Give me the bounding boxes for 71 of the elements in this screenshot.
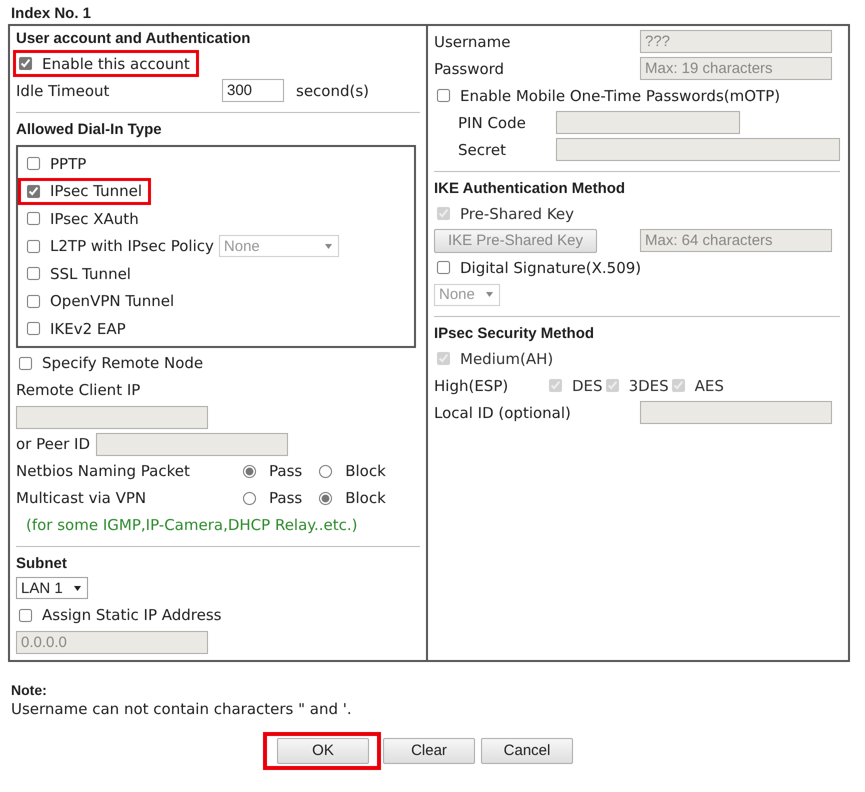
checkbox[interactable]	[19, 356, 32, 370]
field-label: Username	[434, 32, 512, 50]
input-field[interactable]	[640, 401, 832, 424]
checkbox-label: L2TP with IPsec Policy	[50, 237, 214, 256]
caret-icon	[324, 244, 332, 249]
checkbox[interactable]	[27, 240, 40, 253]
checkbox-label: Digital Signature(X.509)	[460, 258, 642, 276]
note-text: Username can not contain characters " and '.	[11, 700, 353, 718]
checkbox-label: Specify Remote Node	[42, 354, 204, 372]
checkbox-label: Medium(AH)	[460, 350, 554, 368]
checkbox-label: Pre-Shared Key	[460, 204, 574, 222]
section-heading: IKE Authentication Method	[434, 179, 626, 199]
radio-label: Pass	[269, 462, 302, 480]
action-button[interactable]: Clear	[383, 738, 475, 764]
checkbox[interactable]	[437, 261, 450, 274]
checkbox[interactable]	[27, 294, 40, 308]
caret-icon	[486, 292, 493, 297]
checkbox-label: IPsec XAuth	[50, 210, 139, 228]
radio-label: Block	[345, 462, 386, 480]
radio-label: Pass	[269, 489, 302, 507]
input-field[interactable]	[556, 111, 740, 134]
field-label: Local ID (optional)	[434, 404, 572, 422]
checkbox-label: AES	[694, 376, 724, 394]
checkbox-label: DES	[572, 376, 603, 394]
checkbox-label: OpenVPN Tunnel	[50, 292, 174, 310]
section-heading: User account and Authentication	[16, 29, 252, 49]
section-heading: IPsec Security Method	[434, 324, 596, 344]
input-field[interactable]	[16, 406, 208, 428]
field-label: Secret	[458, 140, 507, 158]
field-label: Password	[434, 60, 506, 78]
dropdown[interactable]: LAN 1	[16, 577, 88, 599]
field-label: Idle Timeout	[16, 82, 110, 100]
hint-text: (for some IGMP,IP-Camera,DHCP Relay..etc.)	[25, 514, 359, 536]
field-label: PIN Code	[458, 114, 527, 132]
checkbox[interactable]	[27, 322, 40, 336]
checkbox-label: SSL Tunnel	[50, 264, 131, 283]
checkbox-label: IPsec Tunnel	[50, 182, 142, 200]
checkbox-label: 3DES	[628, 376, 669, 394]
checkbox-label: Enable this account	[42, 54, 190, 72]
checkbox[interactable]	[27, 212, 40, 226]
radio-label: Block	[345, 489, 386, 507]
radio-button[interactable]	[243, 464, 256, 478]
checkbox-label: IKEv2 EAP	[50, 320, 126, 338]
unit-label: second(s)	[296, 82, 370, 100]
input-field[interactable]	[96, 432, 288, 456]
checkbox[interactable]	[437, 89, 450, 102]
radio-button[interactable]	[243, 492, 256, 504]
checkbox[interactable]	[27, 184, 40, 198]
section-heading: Subnet	[16, 554, 68, 574]
page-title: Index No. 1	[11, 5, 92, 24]
field-label: Netbios Naming Packet	[16, 462, 191, 480]
checkbox-label: PPTP	[50, 154, 86, 173]
radio-button[interactable]	[319, 464, 332, 478]
field-label: or Peer ID	[16, 435, 90, 453]
checkbox[interactable]	[19, 608, 32, 622]
field-label: Multicast via VPN	[16, 489, 148, 507]
field-label: Remote Client IP	[16, 381, 140, 399]
checkbox-label: Assign Static IP Address	[42, 606, 222, 624]
radio-button[interactable]	[319, 492, 332, 504]
section-heading: Allowed Dial-In Type	[16, 120, 163, 140]
field-label: High(ESP)	[434, 376, 510, 394]
input-field[interactable]	[556, 138, 840, 161]
checkbox-label: Enable Mobile One-Time Passwords(mOTP)	[460, 86, 780, 104]
action-button[interactable]: Cancel	[481, 738, 573, 764]
checkbox[interactable]	[19, 57, 32, 70]
caret-icon	[74, 586, 81, 590]
action-button[interactable]: OK	[277, 738, 369, 764]
checkbox[interactable]	[27, 157, 40, 170]
note-heading: Note:	[11, 682, 48, 698]
checkbox[interactable]	[27, 267, 40, 280]
input-field[interactable]: 300	[222, 79, 284, 102]
